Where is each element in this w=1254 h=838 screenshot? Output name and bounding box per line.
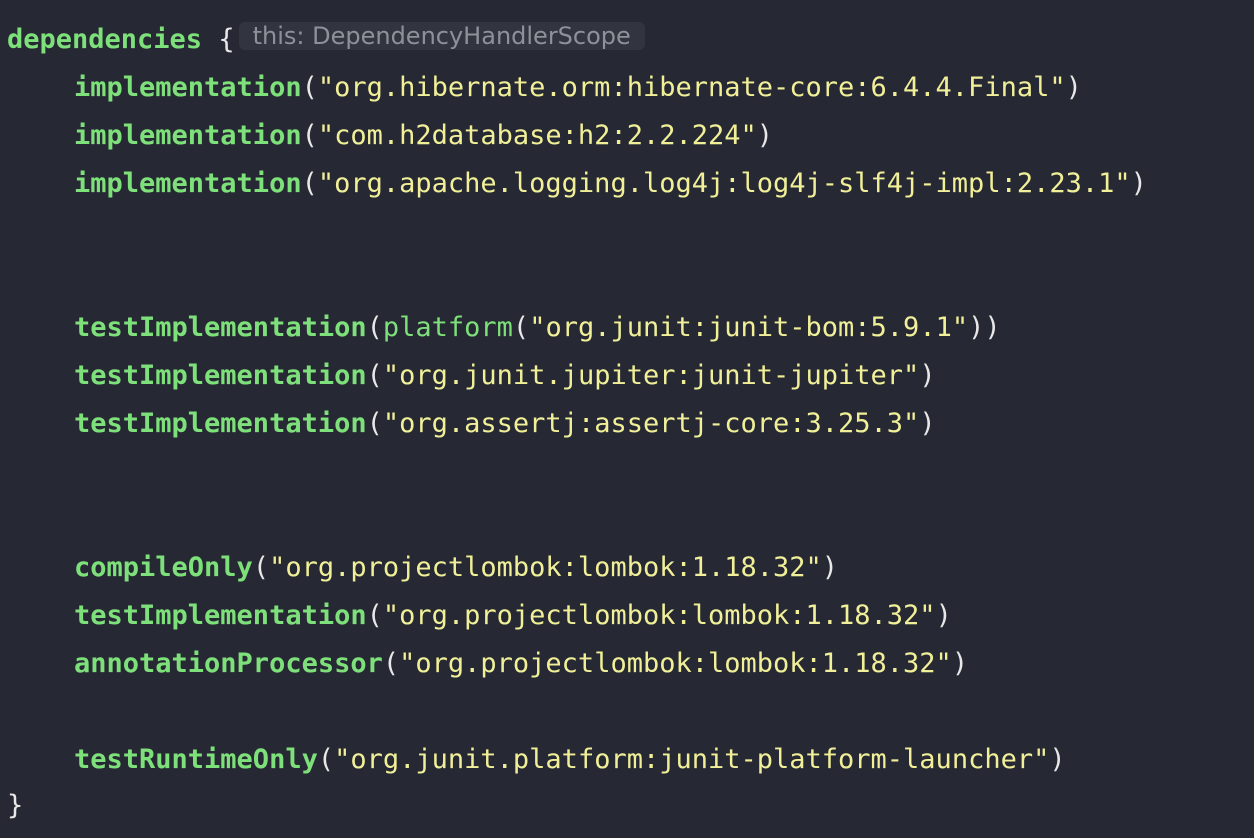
code-line-close-brace[interactable]: } [7,786,23,826]
string-literal: "org.projectlombok:lombok:1.18.32" [399,648,952,679]
paren-open: ( [252,552,270,583]
code-line[interactable]: implementation("org.hibernate.orm:hibern… [74,68,1082,108]
function-name: compileOnly [74,552,253,583]
string-literal: "org.projectlombok:lombok:1.18.32" [269,552,822,583]
function-name: annotationProcessor [74,648,383,679]
platform-function: platform [382,312,513,343]
function-name: testImplementation [74,360,367,391]
function-name: implementation [74,120,302,151]
paren-close: ) [1049,744,1066,775]
paren-close: ) [951,648,969,679]
paren-close: ) [1065,72,1082,103]
string-literal: "org.junit.platform:junit-platform-launc… [334,744,1050,775]
open-brace: { [218,24,235,55]
paren-open: ( [382,648,400,679]
paren-open: ( [301,72,318,103]
function-name: implementation [74,168,302,199]
code-line[interactable]: implementation("com.h2database:h2:2.2.22… [74,116,773,156]
function-name: testImplementation [74,408,367,439]
paren-close: ) [1130,168,1147,199]
paren-close: ) [935,600,952,631]
type-hint-inlay: this: DependencyHandlerScope [238,22,645,50]
paren-close: ) [919,408,936,439]
code-line[interactable]: testImplementation("org.projectlombok:lo… [74,596,952,636]
function-name: testRuntimeOnly [74,744,318,775]
paren-open: ( [317,744,335,775]
code-line[interactable]: implementation("org.apache.logging.log4j… [74,164,1147,204]
paren-open: ( [366,312,383,343]
code-line-dependencies-open[interactable]: dependencies {this: DependencyHandlerSco… [7,20,645,60]
code-editor[interactable]: dependencies {this: DependencyHandlerSco… [0,0,1254,838]
dependencies-keyword: dependencies [7,24,203,55]
string-literal: "org.junit.jupiter:junit-jupiter" [382,360,920,391]
paren-close: )) [968,312,1001,343]
code-line[interactable]: compileOnly("org.projectlombok:lombok:1.… [74,548,838,588]
paren-open: ( [366,600,383,631]
code-line[interactable]: annotationProcessor("org.projectlombok:l… [74,644,968,684]
code-line[interactable]: testImplementation("org.junit.jupiter:ju… [74,356,936,396]
function-name: implementation [74,72,302,103]
string-literal: "org.junit:junit-bom:5.9.1" [529,312,969,343]
string-literal: "com.h2database:h2:2.2.224" [317,120,757,151]
paren-close: ) [756,120,774,151]
function-name: testImplementation [74,600,367,631]
paren-open: ( [301,168,318,199]
code-line[interactable]: testImplementation(platform("org.junit:j… [74,308,1001,348]
paren-open: ( [366,360,383,391]
paren-close: ) [919,360,936,391]
paren-close: ) [821,552,839,583]
string-literal: "org.hibernate.orm:hibernate-core:6.4.4.… [317,72,1066,103]
string-literal: "org.assertj:assertj-core:3.25.3" [382,408,920,439]
code-line[interactable]: testRuntimeOnly("org.junit.platform:juni… [74,740,1066,780]
paren-open: ( [366,408,383,439]
code-line[interactable]: testImplementation("org.assertj:assertj-… [74,404,936,444]
paren-open-inner: ( [512,312,530,343]
paren-open: ( [301,120,318,151]
string-literal: "org.projectlombok:lombok:1.18.32" [382,600,936,631]
close-brace: } [7,790,24,821]
function-name: testImplementation [74,312,367,343]
string-literal: "org.apache.logging.log4j:log4j-slf4j-im… [317,168,1131,199]
